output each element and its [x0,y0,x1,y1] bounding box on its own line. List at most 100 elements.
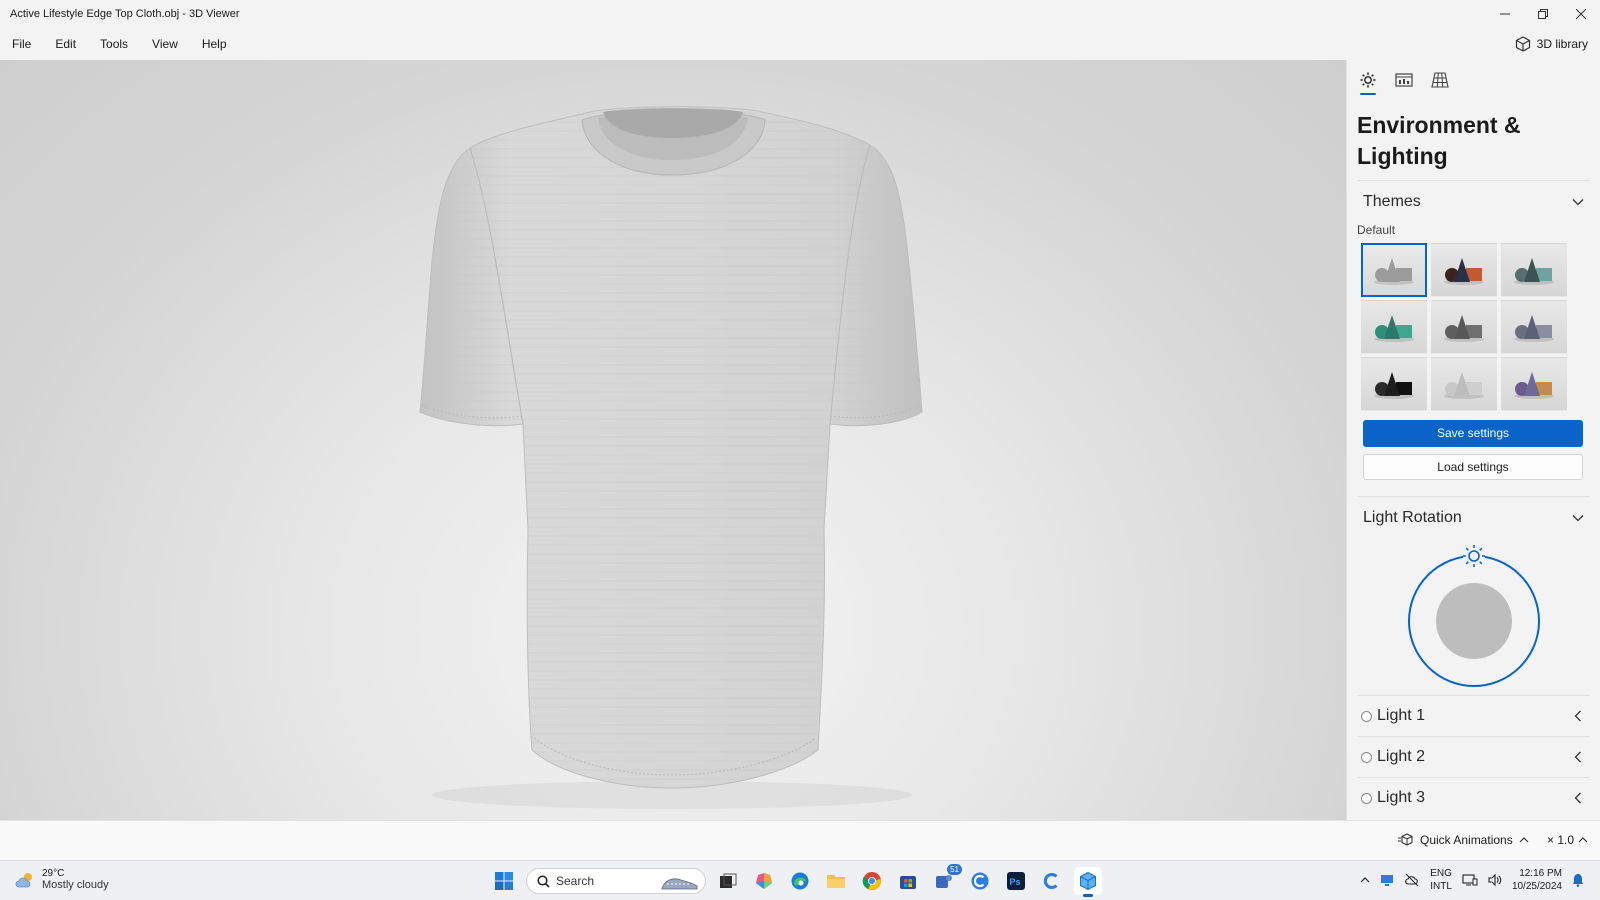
light-3-row[interactable]: Light 3 [1357,777,1590,818]
animation-speed-button[interactable]: × 1.0 [1547,833,1588,847]
theme-tile-9[interactable] [1501,357,1567,411]
minimize-button[interactable] [1486,0,1524,28]
monitor-icon[interactable] [1380,873,1394,887]
photoshop-icon: Ps [1007,872,1025,890]
c-logo-icon [1043,873,1058,889]
taskbar-search[interactable]: Search [526,868,706,894]
notification-badge: 51 [947,864,962,875]
restore-button[interactable] [1524,0,1562,28]
light-1-row[interactable]: Light 1 [1357,695,1590,736]
theme-tile-4[interactable] [1361,300,1427,354]
language-indicator[interactable]: ENG INTL [1430,867,1452,893]
taskbar-apps: Search 51 Ps [490,864,1102,897]
chevron-up-icon [1578,837,1588,843]
clock-date: 10/25/2024 [1511,881,1562,892]
start-button[interactable] [490,867,518,895]
menu-tools[interactable]: Tools [88,28,140,60]
light-2-radio[interactable] [1361,751,1372,763]
store-button[interactable] [894,867,922,895]
themes-label: Themes [1363,193,1421,210]
light-rotation-header[interactable]: Light Rotation [1357,497,1590,539]
menu-help[interactable]: Help [190,28,239,60]
theme-tile-7[interactable] [1361,357,1427,411]
restore-icon [1538,9,1548,19]
light-rotation-label: Light Rotation [1363,509,1462,526]
weather-widget[interactable]: 29°C Mostly cloudy [14,868,109,891]
edge-button[interactable] [786,867,814,895]
theme-tile-1[interactable] [1361,243,1427,297]
minimize-icon [1500,13,1510,15]
theme-preview-icon [1444,315,1484,342]
volume-icon[interactable] [1488,873,1502,887]
copilot-button[interactable] [750,867,778,895]
light-rotation-section: Light Rotation [1357,496,1590,539]
cloud-offline-icon[interactable] [1404,873,1420,887]
theme-preview-icon [1514,372,1554,399]
light-2-label: Light 2 [1377,748,1426,765]
edge-browser-icon [791,872,809,890]
light-1-radio[interactable] [1361,710,1372,722]
close-button[interactable] [1562,0,1600,28]
animation-cube-icon [1398,833,1413,846]
light-3-radio[interactable] [1361,792,1372,804]
app-c-button[interactable] [966,867,994,895]
photoshop-button[interactable]: Ps [1002,867,1030,895]
light-2-row[interactable]: Light 2 [1357,736,1590,777]
chrome-button[interactable] [858,867,886,895]
quick-animations-button[interactable]: Quick Animations [1398,833,1529,847]
panel-title: Environment & Lighting [1357,112,1521,169]
chevron-up-icon[interactable] [1360,876,1370,884]
shoe-highlight-icon [661,878,698,890]
file-explorer-button[interactable] [822,867,850,895]
light-rotation-control[interactable] [1347,539,1600,695]
theme-tile-8[interactable] [1431,357,1497,411]
network-icon[interactable] [1462,873,1478,887]
light-3-label: Light 3 [1377,789,1426,806]
mesh-grid-icon [1431,72,1449,88]
sun-handle-icon[interactable] [1463,545,1485,567]
theme-preview-icon [1444,372,1484,399]
title-bar: Active Lifestyle Edge Top Cloth.obj - 3D… [0,0,1600,28]
3d-library-label: 3D library [1536,37,1588,51]
notification-bell-icon[interactable] [1572,873,1584,887]
task-view-icon [720,873,737,888]
theme-tile-3[interactable] [1501,243,1567,297]
chevron-left-icon [1574,710,1581,722]
tab-stats[interactable] [1393,67,1415,93]
search-placeholder: Search [556,874,595,888]
themes-header[interactable]: Themes [1357,181,1590,223]
chevron-left-icon [1574,792,1581,804]
menu-edit[interactable]: Edit [43,28,88,60]
menu-view[interactable]: View [140,28,190,60]
theme-tile-6[interactable] [1501,300,1567,354]
task-view-button[interactable] [714,867,742,895]
theme-preview-icon [1514,258,1554,285]
tab-mesh[interactable] [1429,67,1451,93]
teams-button[interactable]: 51 [930,864,962,895]
light-1-label: Light 1 [1377,707,1426,724]
3d-library-button[interactable]: 3D library [1515,28,1588,60]
3d-viewer-button[interactable] [1074,867,1102,897]
clock[interactable]: 12:16 PM 10/25/2024 [1512,867,1562,893]
tab-environment[interactable] [1357,67,1379,95]
menu-file[interactable]: File [0,28,43,60]
animation-speed-label: × 1.0 [1547,833,1575,847]
menu-bar: File Edit Tools View Help 3D library [0,28,1600,60]
load-settings-button[interactable]: Load settings [1363,454,1583,480]
app-cc-button[interactable] [1038,867,1066,895]
theme-tile-5[interactable] [1431,300,1497,354]
copilot-icon [756,873,772,889]
chevron-up-icon [1519,837,1529,843]
light-rotation-dial [1408,545,1540,687]
stats-icon [1395,73,1413,87]
status-bar: Quick Animations × 1.0 [0,820,1600,860]
folder-icon [827,875,845,888]
cloud-sun-icon [15,872,32,887]
sun-icon [1360,72,1376,88]
search-icon [537,874,550,888]
windows-start-icon [495,872,513,890]
3d-viewport[interactable] [0,60,1346,820]
theme-preview-icon [1374,315,1414,342]
save-settings-button[interactable]: Save settings [1363,420,1583,447]
theme-tile-2[interactable] [1431,243,1497,297]
